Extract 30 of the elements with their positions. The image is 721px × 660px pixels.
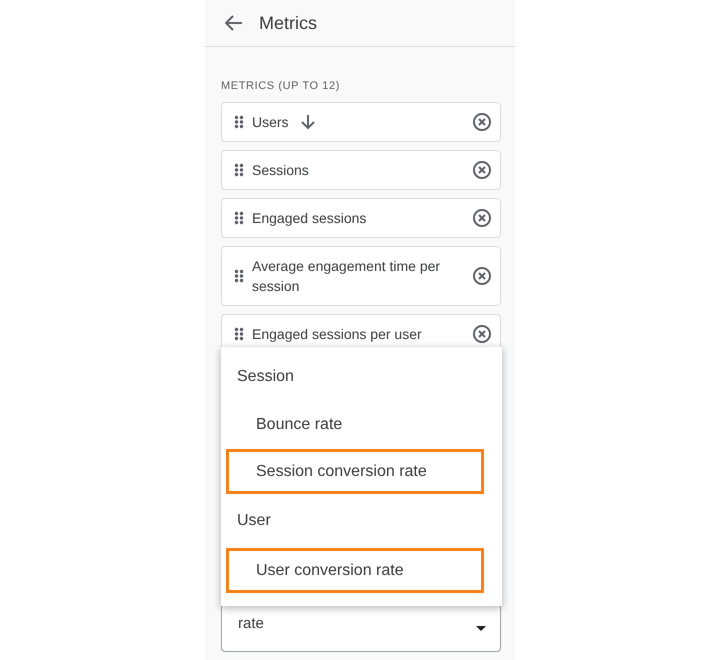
page-title: Metrics [259, 12, 317, 34]
metric-name: Engaged sessions per user [252, 325, 422, 344]
search-field[interactable]: rate [221, 604, 501, 652]
remove-icon[interactable] [472, 324, 492, 344]
down-arrow-icon[interactable] [300, 114, 315, 130]
menu-item[interactable]: User conversion rate [226, 548, 484, 593]
back-arrow-icon[interactable] [225, 15, 243, 31]
metric-chip[interactable]: Sessions [221, 150, 501, 190]
metric-chip[interactable]: Engaged sessions [221, 198, 501, 238]
dropdown-caret-icon[interactable] [476, 626, 486, 630]
drag-handle-icon[interactable] [234, 115, 244, 129]
metric-name: Engaged sessions [252, 209, 366, 228]
remove-icon[interactable] [472, 160, 492, 180]
menu-item[interactable]: Bounce rate [226, 404, 484, 446]
drag-handle-icon[interactable] [234, 269, 244, 283]
remove-icon[interactable] [472, 266, 492, 286]
drag-handle-icon[interactable] [234, 327, 244, 341]
metric-name: Sessions [252, 161, 309, 180]
metric-chip[interactable]: Average engagement time per session [221, 246, 501, 306]
remove-icon[interactable] [472, 208, 492, 228]
menu-item[interactable]: Session conversion rate [226, 449, 484, 494]
section-label: METRICS (UP TO 12) [221, 80, 341, 92]
drag-handle-icon[interactable] [234, 211, 244, 225]
remove-icon[interactable] [472, 112, 492, 132]
drag-handle-icon[interactable] [234, 163, 244, 177]
menu-group-header: Session [236, 367, 295, 387]
metric-chip[interactable]: Users [221, 102, 501, 142]
metric-name: Average engagement time per session [252, 257, 442, 296]
metric-name: Users [252, 113, 289, 132]
menu-group-header: User [236, 511, 272, 531]
